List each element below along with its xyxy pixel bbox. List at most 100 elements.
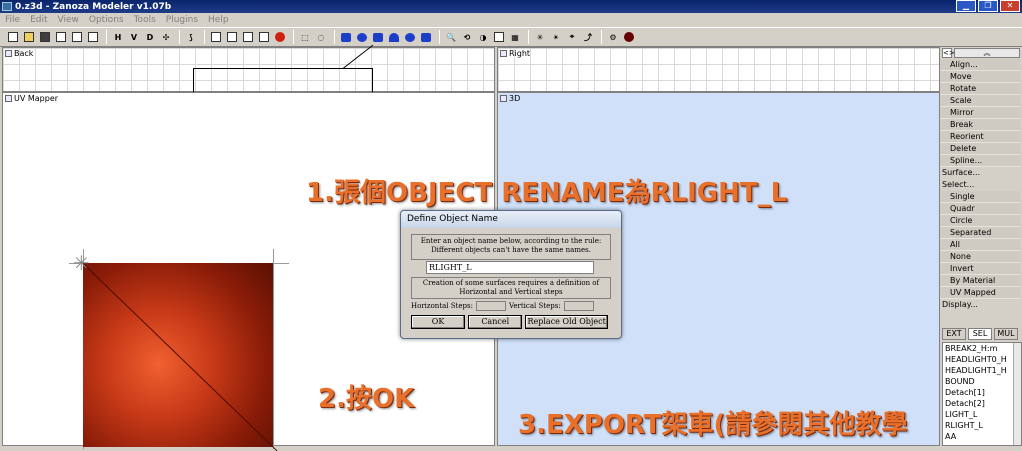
command-surface[interactable]: Surface... bbox=[940, 167, 1020, 179]
cube-icon[interactable] bbox=[339, 30, 353, 44]
zoom-icon[interactable]: 🔍 bbox=[444, 30, 458, 44]
select-rect-icon[interactable]: ⬚ bbox=[298, 30, 312, 44]
menu-file[interactable]: File bbox=[0, 15, 25, 25]
open-folder-icon[interactable] bbox=[22, 30, 36, 44]
command-invert[interactable]: Invert bbox=[940, 263, 1020, 275]
list-item[interactable]: LIGHT_L bbox=[943, 409, 1021, 420]
cancel-button[interactable]: Cancel bbox=[468, 315, 523, 329]
menu-tools[interactable]: Tools bbox=[129, 15, 161, 25]
zanoza-icon[interactable] bbox=[622, 30, 636, 44]
command-circle[interactable]: Circle bbox=[940, 215, 1020, 227]
list-item[interactable]: RLIGHT_L bbox=[943, 420, 1021, 431]
plugin-icon[interactable]: ⚙ bbox=[606, 30, 620, 44]
lathe-icon[interactable] bbox=[419, 30, 433, 44]
view-v-button[interactable]: V bbox=[127, 30, 141, 44]
rotate-view-icon[interactable]: ◑ bbox=[476, 30, 490, 44]
render-ball-icon[interactable] bbox=[273, 30, 287, 44]
command-single[interactable]: Single bbox=[940, 191, 1020, 203]
right-view-pane[interactable]: Right bbox=[497, 47, 940, 92]
spot-light-icon[interactable]: ✴ bbox=[549, 30, 563, 44]
minimize-button[interactable]: ▁ bbox=[956, 0, 976, 12]
command-separated[interactable]: Separated bbox=[940, 227, 1020, 239]
print-icon[interactable] bbox=[86, 30, 100, 44]
uv-corner-handle-icon[interactable]: ✳ bbox=[73, 253, 90, 273]
pan-icon[interactable]: ⟲ bbox=[460, 30, 474, 44]
torus-icon[interactable] bbox=[403, 30, 417, 44]
command-spline[interactable]: Spline... bbox=[940, 155, 1020, 167]
select-circle-icon[interactable]: ◌ bbox=[314, 30, 328, 44]
command-rotate[interactable]: Rotate bbox=[940, 83, 1020, 95]
view-menu-icon[interactable] bbox=[500, 50, 507, 57]
command-all[interactable]: All bbox=[940, 239, 1020, 251]
command-quadr[interactable]: Quadr bbox=[940, 203, 1020, 215]
cone-icon[interactable] bbox=[387, 30, 401, 44]
menu-options[interactable]: Options bbox=[84, 15, 129, 25]
list-item[interactable]: BOUND bbox=[943, 376, 1021, 387]
command-select[interactable]: Select... bbox=[940, 179, 1020, 191]
menu-view[interactable]: View bbox=[53, 15, 84, 25]
replace-old-object-button[interactable]: Replace Old Object bbox=[525, 315, 608, 329]
axes-icon[interactable]: ✣ bbox=[159, 30, 173, 44]
command-display[interactable]: Display... bbox=[940, 299, 1020, 311]
horizontal-steps-field[interactable] bbox=[475, 301, 506, 311]
ok-button[interactable]: OK bbox=[411, 315, 466, 329]
list-item[interactable]: Detach[2] bbox=[943, 398, 1021, 409]
command-delete[interactable]: Delete bbox=[940, 143, 1020, 155]
menu-help[interactable]: Help bbox=[203, 15, 234, 25]
command-break[interactable]: Break bbox=[940, 119, 1020, 131]
new-file-icon[interactable] bbox=[6, 30, 20, 44]
import-icon[interactable] bbox=[54, 30, 68, 44]
view-menu-icon[interactable] bbox=[500, 95, 507, 102]
close-button[interactable]: ✕ bbox=[1000, 0, 1020, 12]
uv-mapper-label: UV Mapper bbox=[5, 94, 58, 103]
cylinder-icon[interactable] bbox=[371, 30, 385, 44]
view-menu-icon[interactable] bbox=[5, 95, 12, 102]
tab-ext[interactable]: EXT bbox=[942, 328, 966, 340]
dialog-buttons: OK Cancel Replace Old Object bbox=[411, 315, 611, 329]
light-icon[interactable]: ✳ bbox=[533, 30, 547, 44]
command-uv-mapped[interactable]: UV Mapped bbox=[940, 287, 1020, 299]
box-wire-icon[interactable] bbox=[209, 30, 223, 44]
box-tex-icon[interactable] bbox=[241, 30, 255, 44]
command-by-material[interactable]: By Material bbox=[940, 275, 1020, 287]
toolbar-separator bbox=[204, 30, 205, 44]
view-menu-icon[interactable] bbox=[5, 50, 12, 57]
menu-plugins[interactable]: Plugins bbox=[161, 15, 203, 25]
view-d-button[interactable]: D bbox=[143, 30, 157, 44]
maximize-button[interactable]: ❐ bbox=[978, 0, 998, 12]
panel-toggle-button[interactable]: <> bbox=[942, 48, 955, 58]
tab-mul[interactable]: MUL bbox=[994, 328, 1018, 340]
command-align[interactable]: Align... bbox=[940, 59, 1020, 71]
menu-edit[interactable]: Edit bbox=[25, 15, 52, 25]
object-name-input[interactable]: RLIGHT_L bbox=[426, 261, 594, 274]
toolbar-separator bbox=[106, 30, 107, 44]
tab-sel[interactable]: SEL bbox=[968, 328, 992, 340]
command-scale[interactable]: Scale bbox=[940, 95, 1020, 107]
list-scrollbar[interactable] bbox=[1013, 343, 1021, 445]
box-solid-icon[interactable] bbox=[225, 30, 239, 44]
view-h-button[interactable]: H bbox=[111, 30, 125, 44]
bend-icon[interactable]: ⤴ bbox=[581, 30, 595, 44]
spline-icon[interactable]: ⟆ bbox=[184, 30, 198, 44]
export-icon[interactable] bbox=[70, 30, 84, 44]
grid-icon[interactable]: ▦ bbox=[508, 30, 522, 44]
sphere-icon[interactable] bbox=[355, 30, 369, 44]
list-item[interactable]: HEADLIGHT1_H bbox=[943, 365, 1021, 376]
list-item[interactable]: Detach[1] bbox=[943, 387, 1021, 398]
list-item[interactable]: AA bbox=[943, 431, 1021, 442]
back-view-pane[interactable]: Back bbox=[2, 44, 495, 94]
command-move[interactable]: Move bbox=[940, 71, 1020, 83]
camera-icon[interactable]: ⌖ bbox=[565, 30, 579, 44]
scroll-up-icon[interactable]: ︽ bbox=[954, 48, 1020, 58]
save-icon[interactable] bbox=[38, 30, 52, 44]
command-mirror[interactable]: Mirror bbox=[940, 107, 1020, 119]
toolbar: H V D ✣ ⟆ ⬚ ◌ 🔍 ⟲ ◑ ▦ ✳ ✴ ⌖ ⤴ ⚙ bbox=[0, 27, 1022, 47]
list-item[interactable]: HEADLIGHT0_H bbox=[943, 354, 1021, 365]
object-list[interactable]: BREAK2_H:m HEADLIGHT0_H HEADLIGHT1_H BOU… bbox=[942, 342, 1022, 446]
frame-icon[interactable] bbox=[492, 30, 506, 44]
list-item[interactable]: BREAK2_H:m bbox=[943, 343, 1021, 354]
box-mat-icon[interactable] bbox=[257, 30, 271, 44]
command-reorient[interactable]: Reorient bbox=[940, 131, 1020, 143]
vertical-steps-field[interactable] bbox=[563, 301, 594, 311]
command-none[interactable]: None bbox=[940, 251, 1020, 263]
